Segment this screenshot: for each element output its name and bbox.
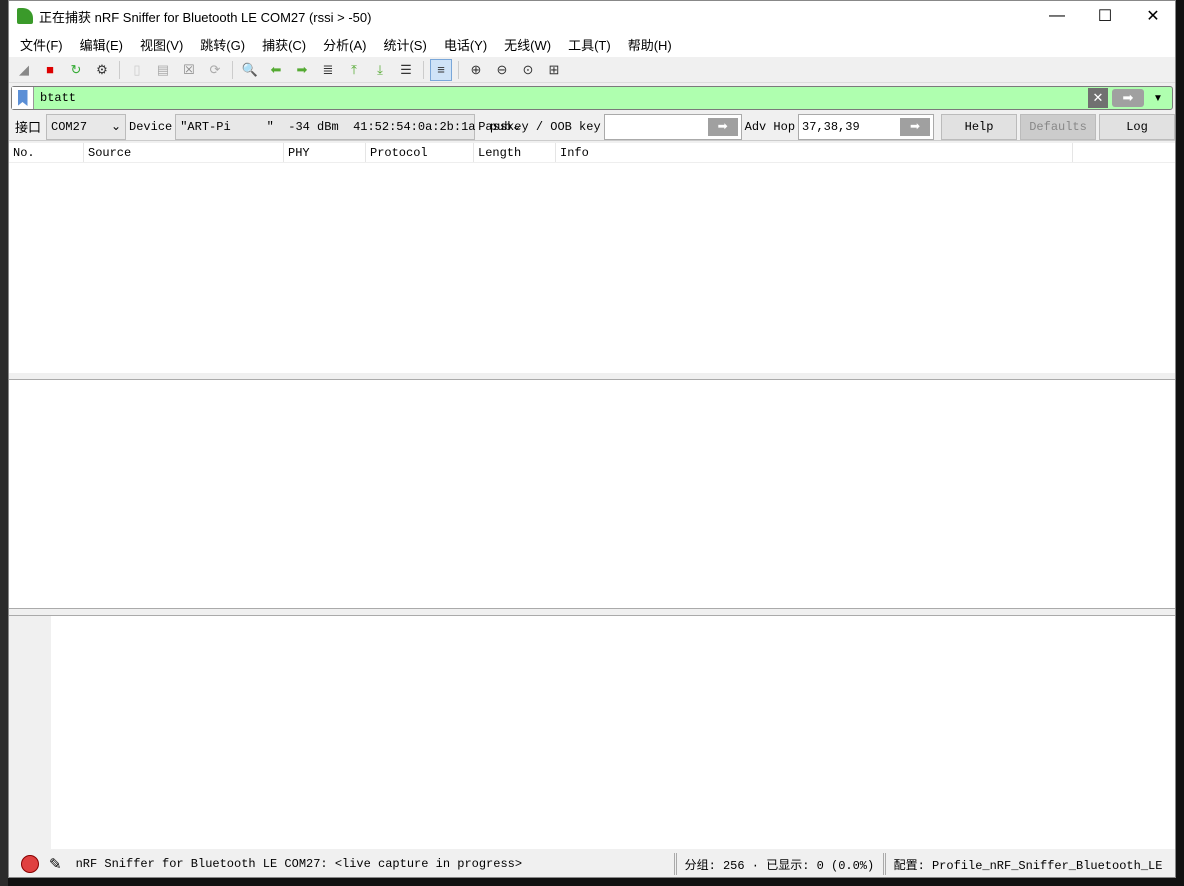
main-toolbar: ◢ ■ ↻ ⚙ ▯ ▤ ☒ ⟳ 🔍 ⬅ ➡ ≣ ⤒ ⤓ ☰ ≡ ⊕ ⊖ ⊙ ⊞ <box>9 57 1175 83</box>
goto-icon[interactable]: ≣ <box>317 59 339 81</box>
advhop-label: Adv Hop <box>744 119 796 134</box>
advhop-input[interactable]: 37,38,39 ➡ <box>798 113 935 140</box>
menu-item[interactable]: 编辑(E) <box>73 35 133 54</box>
device-value: "ART-Pi " -34 dBm 41:52:54:0a:2b:1a pub <box>180 119 512 134</box>
apply-advhop-icon[interactable]: ➡ <box>900 117 931 136</box>
last-icon[interactable]: ⤓ <box>369 59 391 81</box>
packet-list-header: No. Source PHY Protocol Length Info <box>9 143 1175 163</box>
autoscroll-icon[interactable]: ☰ <box>395 59 417 81</box>
stop-icon[interactable]: ■ <box>39 59 61 81</box>
zoom-out-icon[interactable]: ⊖ <box>491 59 513 81</box>
packet-details-pane[interactable] <box>9 379 1175 609</box>
column-header[interactable]: Length <box>474 143 556 162</box>
column-header[interactable]: Info <box>556 143 1073 162</box>
filter-history-dropdown-icon[interactable]: ▼ <box>1144 93 1172 104</box>
log-button[interactable]: Log <box>1099 113 1176 140</box>
colorize-icon[interactable]: ≡ <box>430 58 452 81</box>
packet-bytes-pane[interactable] <box>9 615 1175 849</box>
interface-value: COM27 <box>51 119 88 134</box>
open-icon[interactable]: ▯ <box>126 59 148 81</box>
menu-item[interactable]: 分析(A) <box>316 35 376 54</box>
close-button[interactable]: ✕ <box>1129 1 1177 31</box>
wireshark-window: 正在捕获 nRF Sniffer for Bluetooth LE COM27 … <box>8 0 1184 878</box>
interface-label: 接口 <box>15 120 42 135</box>
zoom-normal-icon[interactable]: ⊙ <box>517 59 539 81</box>
back-icon[interactable]: ⬅ <box>265 59 287 81</box>
shark-fin-icon[interactable]: ◢ <box>13 59 35 81</box>
device-select[interactable]: "ART-Pi " -34 dBm 41:52:54:0a:2b:1a pub ⌄ <box>175 113 522 140</box>
close-file-icon[interactable]: ☒ <box>178 59 200 81</box>
restart-icon[interactable]: ↻ <box>65 59 87 81</box>
apply-filter-icon[interactable]: ➡ <box>1112 89 1144 107</box>
window-title: 正在捕获 nRF Sniffer for Bluetooth LE COM27 … <box>39 9 372 25</box>
column-header[interactable]: PHY <box>284 143 366 162</box>
help-button[interactable]: Help <box>941 113 1018 140</box>
maximize-button[interactable]: ☐ <box>1081 1 1129 31</box>
bytes-gutter <box>9 616 51 849</box>
bookmark-icon[interactable] <box>12 87 34 109</box>
profile-status[interactable]: 配置: Profile_nRF_Sniffer_Bluetooth_LE <box>894 856 1163 873</box>
zoom-in-icon[interactable]: ⊕ <box>465 59 487 81</box>
title-bar: 正在捕获 nRF Sniffer for Bluetooth LE COM27 … <box>9 1 1175 31</box>
passkey-input[interactable]: ➡ <box>603 113 742 140</box>
column-header[interactable]: Source <box>84 143 284 162</box>
display-filter-input[interactable] <box>34 91 1088 105</box>
reload-icon[interactable]: ⟳ <box>204 59 226 81</box>
menu-item[interactable]: 工具(T) <box>561 35 621 54</box>
passkey-label: Passkey / OOB key <box>478 119 601 134</box>
forward-icon[interactable]: ➡ <box>291 59 313 81</box>
packet-list[interactable]: No. Source PHY Protocol Length Info <box>9 143 1175 373</box>
menu-item[interactable]: 统计(S) <box>376 35 436 54</box>
resize-columns-icon[interactable]: ⊞ <box>543 59 565 81</box>
save-icon[interactable]: ▤ <box>152 59 174 81</box>
column-header[interactable]: Protocol <box>366 143 474 162</box>
app-icon <box>17 8 33 24</box>
device-label: Device <box>129 119 173 134</box>
menu-item[interactable]: 跳转(G) <box>193 35 255 54</box>
menu-bar: 文件(F) 编辑(E) 视图(V) 跳转(G) 捕获(C) 分析(A) 统计(S) 电话(Y)… <box>9 31 1175 57</box>
display-filter-bar: ✕ ➡ ▼ + <box>11 86 1184 110</box>
interface-toolbar: 接口 COM27 ⌄ Device "ART-Pi " -34 dBm 41:52… <box>9 113 1176 141</box>
capture-status-icon <box>21 855 39 873</box>
menu-item[interactable]: 帮助(H) <box>621 35 682 54</box>
menu-item[interactable]: 捕获(C) <box>255 35 316 54</box>
defaults-button[interactable]: Defaults <box>1020 113 1097 140</box>
menu-item[interactable]: 视图(V) <box>133 35 193 54</box>
menu-item[interactable]: 电话(Y) <box>437 35 497 54</box>
packet-count: 分组: 256 · 已显示: 0 (0.0%) <box>684 858 875 873</box>
options-icon[interactable]: ⚙ <box>91 59 113 81</box>
menu-item[interactable]: 无线(W) <box>497 35 561 54</box>
column-header[interactable]: No. <box>9 143 84 162</box>
status-bar: ✎ nRF Sniffer for Bluetooth LE COM27: <l… <box>9 850 1175 878</box>
clear-filter-icon[interactable]: ✕ <box>1088 88 1108 108</box>
chevron-down-icon: ⌄ <box>110 120 122 134</box>
status-text: nRF Sniffer for Bluetooth LE COM27: <liv… <box>75 857 523 871</box>
find-icon[interactable]: 🔍 <box>239 59 261 81</box>
advhop-value: 37,38,39 <box>802 119 860 134</box>
first-icon[interactable]: ⤒ <box>343 59 365 81</box>
interface-select[interactable]: COM27 ⌄ <box>46 113 127 140</box>
apply-passkey-icon[interactable]: ➡ <box>707 117 738 136</box>
minimize-button[interactable]: — <box>1033 1 1081 31</box>
background-window <box>0 0 8 886</box>
capture-comment-icon[interactable]: ✎ <box>49 855 62 874</box>
menu-item[interactable]: 文件(F) <box>13 35 73 54</box>
